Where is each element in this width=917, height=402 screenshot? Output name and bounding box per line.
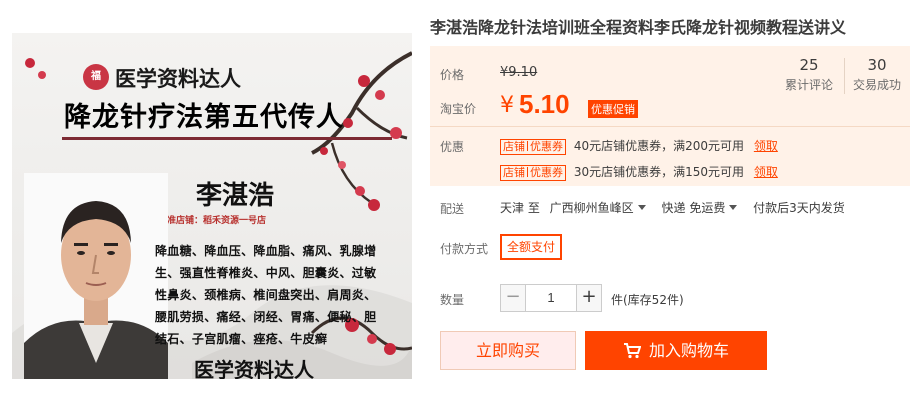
original-price: ¥9.10 (500, 65, 538, 80)
price-label: 价格 (440, 68, 465, 82)
poster-headline: 降龙针疗法第五代传人 (64, 102, 344, 133)
poster-store-line: 认准店铺：稻禾资源一号店 (158, 216, 267, 226)
product-title: 李湛浩降龙针法培训班全程资料李氏降龙针视频教程送讲义 (430, 18, 847, 37)
teacher-portrait (24, 173, 168, 379)
coupon-text: 30元店铺优惠券，满150元可用 (573, 165, 745, 179)
poster-brand-top: 医学资料达人 (115, 66, 241, 91)
poster-disease-list: 降血糖、降血压、降血脂、痛风、乳腺增生、强直性脊椎炎、中风、胆囊炎、过敏性鼻炎、… (155, 244, 377, 346)
coupon-row: 店铺 优惠券 30元店铺优惠券，满150元可用 领取 (500, 163, 778, 181)
coupon-tag-shop: 店铺 (503, 140, 525, 153)
product-image[interactable]: 福 医学资料达人 降龙针疗法第五代传人 李湛浩 认准店铺：稻禾资源一号店 降血糖… (12, 33, 412, 379)
stock-info: 件(库存52件) (611, 293, 684, 307)
coupon-text: 40元店铺优惠券，满200元可用 (573, 139, 745, 153)
shipping-row: 天津 至 广西柳州鱼峰区 快递 免运费 付款后3天内发货 (500, 199, 845, 216)
coupon-row: 店铺 优惠券 40元店铺优惠券，满200元可用 领取 (500, 137, 778, 155)
currency-symbol: ¥ (500, 93, 514, 118)
ship-destination: 广西柳州鱼峰区 (549, 201, 634, 215)
promo-tag[interactable]: 优惠促销 (588, 100, 638, 118)
poster-headline-rule (62, 137, 392, 140)
sale-price: 5.10 (519, 89, 570, 119)
price-panel: 价格 ¥9.10 淘宝价 ¥ 5.10 优惠促销 25 累计评论 30 交易成功… (430, 46, 910, 186)
ship-method: 快递 免运费 (661, 201, 726, 215)
poster-brand-bottom: 医学资料达人 (194, 358, 314, 379)
quantity-stepper: − 1 + (500, 284, 602, 312)
shipping-label: 配送 (440, 202, 465, 216)
ship-method-select[interactable]: 快递 免运费 (662, 201, 750, 215)
poster-teacher-name: 李湛浩 (196, 181, 275, 211)
coupon-tag-type: 优惠券 (530, 140, 563, 153)
deals-stat[interactable]: 30 交易成功 (844, 56, 910, 93)
quantity-increase-button[interactable]: + (576, 284, 602, 312)
add-to-cart-button[interactable]: 加入购物车 (585, 331, 767, 370)
quantity-input[interactable]: 1 (526, 284, 576, 312)
deals-label: 交易成功 (852, 78, 901, 92)
coupon-tag: 店铺 优惠券 (500, 139, 566, 155)
ship-dispatch: 付款后3天内发货 (753, 201, 845, 215)
ship-from: 天津 至 (500, 201, 540, 215)
reviews-count: 25 (799, 56, 819, 74)
ship-destination-select[interactable]: 广西柳州鱼峰区 (550, 201, 658, 215)
claim-coupon-link[interactable]: 领取 (754, 165, 778, 179)
quantity-label: 数量 (440, 293, 465, 307)
quantity-decrease-button[interactable]: − (500, 284, 526, 312)
coupon-tag-type: 优惠券 (530, 166, 563, 179)
buy-now-button[interactable]: 立即购买 (440, 331, 576, 370)
payment-label: 付款方式 (440, 242, 489, 256)
claim-coupon-link[interactable]: 领取 (754, 139, 778, 153)
reviews-stat[interactable]: 25 累计评论 (776, 56, 842, 93)
chevron-down-icon (637, 205, 646, 210)
poster-stamp: 福 (83, 64, 109, 90)
taobao-price-label: 淘宝价 (440, 102, 477, 116)
reviews-label: 累计评论 (784, 78, 833, 92)
coupon-label: 优惠 (440, 140, 465, 154)
add-to-cart-label: 加入购物车 (648, 341, 729, 360)
cart-icon (623, 343, 641, 359)
panel-divider (430, 126, 910, 127)
chevron-down-icon (729, 205, 738, 210)
coupon-tag-shop: 店铺 (503, 166, 525, 179)
payment-option-full[interactable]: 全额支付 (500, 234, 563, 260)
coupon-tag: 店铺 优惠券 (500, 165, 566, 181)
deals-count: 30 (867, 56, 887, 74)
